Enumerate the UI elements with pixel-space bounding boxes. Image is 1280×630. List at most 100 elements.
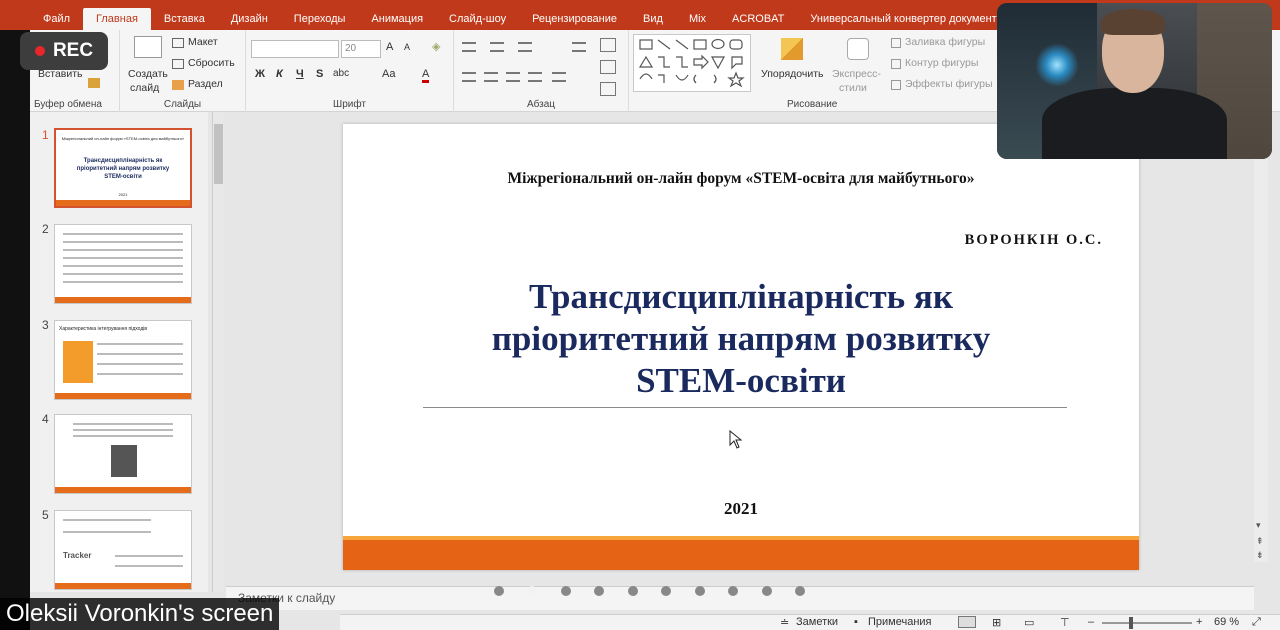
page-dot[interactable] — [628, 586, 638, 596]
tab-mix[interactable]: Mix — [676, 8, 719, 30]
font-size-combo[interactable]: 20 — [341, 40, 381, 58]
text-direction-icon[interactable] — [600, 38, 616, 52]
scroll-down-icon[interactable]: ▾ — [1256, 520, 1261, 531]
tab-slideshow[interactable]: Слайд-шоу — [436, 8, 519, 30]
tab-design[interactable]: Дизайн — [218, 8, 281, 30]
slide-thumbnail-4[interactable] — [54, 414, 192, 494]
zoom-in-icon[interactable]: + — [1196, 616, 1202, 628]
tab-insert[interactable]: Вставка — [151, 8, 218, 30]
slide-thumbnail-5[interactable]: Tracker — [54, 510, 192, 590]
shapes-gallery[interactable] — [633, 34, 751, 92]
shape-effects-button[interactable]: Эффекты фигуры — [905, 78, 993, 90]
shape-outline-button[interactable]: Контур фигуры — [905, 57, 978, 69]
justify-icon[interactable] — [528, 72, 542, 82]
page-dot[interactable] — [695, 586, 705, 596]
quick-styles-icon[interactable] — [847, 38, 869, 60]
page-dot[interactable] — [762, 586, 772, 596]
thumbnail-scrollbar-thumb[interactable] — [214, 124, 223, 184]
clipboard-group-label: Буфер обмена — [34, 99, 102, 110]
thumbnail-title-text: пріоритетний напрям розвитку — [76, 166, 170, 172]
new-slide-icon[interactable] — [134, 36, 162, 58]
arrange-icon[interactable] — [781, 38, 803, 60]
font-color-button[interactable]: A — [422, 68, 430, 83]
bold-button[interactable]: Ж — [255, 68, 265, 80]
slide-divider — [423, 407, 1067, 408]
page-dot[interactable] — [594, 586, 604, 596]
slide-title-line: пріоритетний напрям розвитку — [491, 319, 991, 358]
align-center-icon[interactable] — [484, 72, 498, 82]
layout-button[interactable]: Макет — [188, 36, 218, 48]
clear-format-icon[interactable]: ◈ — [432, 40, 440, 53]
editor-scrollbar[interactable]: ▾ ⇞ ⇟ — [1254, 112, 1268, 562]
thumbnail-scrollbar[interactable] — [212, 112, 224, 592]
slide-thumbnail-pane: 1 Міжрегіональний он-лайн форум «STEM-ос… — [30, 112, 208, 592]
reading-view-icon[interactable]: ▭ — [1024, 616, 1034, 629]
comments-icon[interactable]: ▪ — [854, 616, 858, 628]
fit-to-window-icon[interactable]: ⤢ — [1252, 616, 1261, 629]
slide-canvas[interactable]: Міжрегіональний он-лайн форум «STEM-осві… — [343, 124, 1139, 570]
format-painter-icon[interactable] — [88, 78, 100, 88]
columns-icon[interactable] — [552, 72, 566, 82]
shape-fill-button[interactable]: Заливка фигуры — [905, 36, 985, 48]
align-right-icon[interactable] — [506, 72, 520, 82]
shape-fill-icon[interactable] — [891, 38, 901, 48]
notes-toggle-button[interactable]: Заметки — [796, 616, 838, 628]
bullets-icon[interactable] — [462, 42, 476, 52]
next-slide-icon[interactable]: ⇟ — [1256, 550, 1264, 561]
normal-view-icon[interactable] — [958, 616, 976, 628]
tab-review[interactable]: Рецензирование — [519, 8, 630, 30]
case-button[interactable]: Aa — [382, 68, 395, 80]
new-slide-button-line2[interactable]: слайд — [130, 82, 159, 94]
page-dot[interactable] — [661, 586, 671, 596]
line-spacing-icon[interactable] — [572, 42, 586, 52]
slide-thumbnail-2[interactable] — [54, 224, 192, 304]
indent-icon[interactable] — [518, 42, 532, 52]
mouse-cursor-icon — [729, 430, 743, 449]
reset-button[interactable]: Сбросить — [188, 57, 235, 69]
quick-styles-button-line1[interactable]: Экспресс- — [832, 68, 881, 80]
page-dot[interactable] — [494, 586, 504, 596]
align-left-icon[interactable] — [462, 72, 476, 82]
shape-effects-icon[interactable] — [891, 80, 901, 90]
shrink-font-icon[interactable]: A — [404, 42, 410, 52]
quick-styles-button-line2[interactable]: стили — [839, 82, 867, 94]
tab-file[interactable]: Файл — [30, 8, 83, 30]
smartart-icon[interactable] — [600, 82, 616, 96]
section-button[interactable]: Раздел — [188, 78, 223, 90]
align-text-icon[interactable] — [600, 60, 616, 74]
notes-pane[interactable]: Заметки к слайду — [226, 586, 1254, 610]
slide-sorter-icon[interactable]: ⊞ — [992, 616, 1001, 629]
spacing-button[interactable]: abc — [333, 68, 349, 79]
page-dot[interactable] — [795, 586, 805, 596]
slide-thumbnail-1[interactable]: Міжрегіональний он-лайн форум «STEM-осві… — [54, 128, 192, 208]
arrange-button[interactable]: Упорядочить — [761, 68, 823, 80]
tab-view[interactable]: Вид — [630, 8, 676, 30]
italic-button[interactable]: К — [276, 68, 283, 80]
grow-font-icon[interactable]: A — [386, 41, 393, 53]
shadow-button[interactable]: S — [316, 68, 323, 80]
zoom-slider-thumb[interactable] — [1129, 617, 1133, 629]
zoom-level[interactable]: 69 % — [1214, 616, 1239, 628]
comments-button[interactable]: Примечания — [868, 616, 932, 628]
tab-home[interactable]: Главная — [83, 8, 151, 30]
font-name-combo[interactable] — [251, 40, 339, 58]
tab-transitions[interactable]: Переходы — [281, 8, 359, 30]
thumbnail-year-text: 2021 — [118, 192, 128, 197]
numbering-icon[interactable] — [490, 42, 504, 52]
zoom-out-icon[interactable]: – — [1088, 616, 1094, 628]
page-dot[interactable] — [561, 586, 571, 596]
page-dot-active[interactable] — [527, 586, 537, 596]
shape-outline-icon[interactable] — [891, 59, 901, 69]
slide-thumbnail-3[interactable]: Характеристика інтегрування підходів — [54, 320, 192, 400]
previous-slide-icon[interactable]: ⇞ — [1256, 536, 1264, 547]
tab-animations[interactable]: Анимация — [358, 8, 436, 30]
notes-toggle-icon[interactable]: ≐ — [780, 616, 789, 629]
new-slide-button-line1[interactable]: Создать — [128, 68, 168, 80]
tab-universal-converter[interactable]: Универсальный конвертер документов — [797, 8, 1021, 30]
tab-acrobat[interactable]: ACROBAT — [719, 8, 797, 30]
underline-button[interactable]: Ч — [296, 68, 304, 80]
zoom-slider[interactable] — [1102, 622, 1192, 624]
slideshow-icon[interactable]: ⊤ — [1060, 616, 1070, 629]
thumbnail-text-line — [63, 241, 183, 243]
page-dot[interactable] — [728, 586, 738, 596]
